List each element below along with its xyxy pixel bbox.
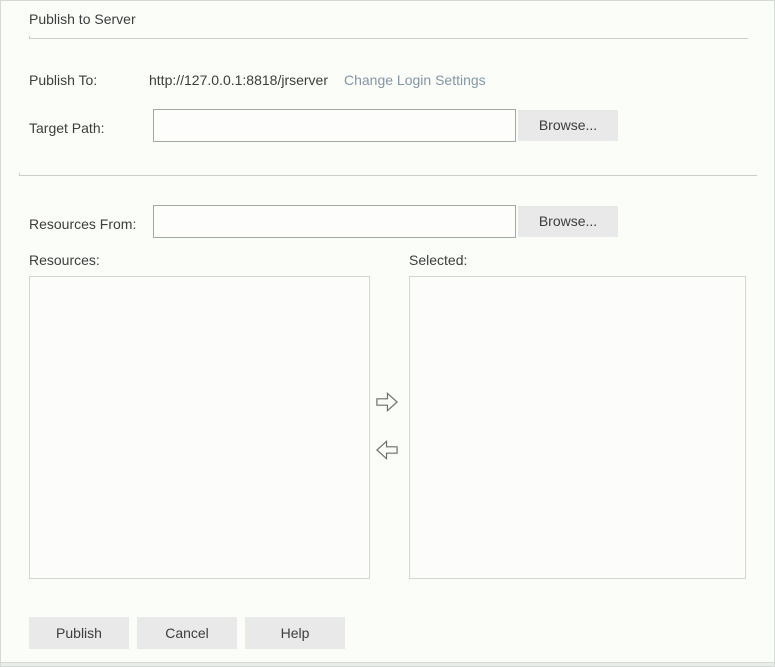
publish-to-label: Publish To: (29, 72, 97, 88)
page-title: Publish to Server (29, 11, 136, 27)
remove-from-selected-button[interactable] (372, 436, 402, 463)
target-path-label: Target Path: (29, 120, 105, 136)
publish-to-url: http://127.0.0.1:8818/jrserver (149, 72, 328, 88)
resources-list-label: Resources: (29, 252, 100, 268)
selected-listbox[interactable] (409, 276, 746, 579)
help-button[interactable]: Help (245, 617, 345, 649)
arrow-right-icon (375, 391, 399, 413)
add-to-selected-button[interactable] (372, 388, 402, 415)
title-divider (29, 38, 748, 39)
change-login-settings-link[interactable]: Change Login Settings (344, 72, 486, 88)
resources-from-input[interactable] (153, 205, 516, 238)
target-path-input[interactable] (153, 109, 516, 142)
arrow-left-icon (375, 439, 399, 461)
target-path-browse-button[interactable]: Browse... (518, 110, 618, 141)
cancel-button[interactable]: Cancel (137, 617, 237, 649)
selected-list-label: Selected: (409, 252, 467, 268)
window-bottom-edge (1, 662, 774, 666)
section-divider (19, 175, 757, 176)
resources-from-browse-button[interactable]: Browse... (518, 206, 618, 237)
resources-from-label: Resources From: (29, 216, 136, 232)
publish-to-server-dialog: Publish to Server Publish To: http://127… (0, 0, 775, 667)
resources-listbox[interactable] (29, 276, 370, 579)
publish-button[interactable]: Publish (29, 617, 129, 649)
